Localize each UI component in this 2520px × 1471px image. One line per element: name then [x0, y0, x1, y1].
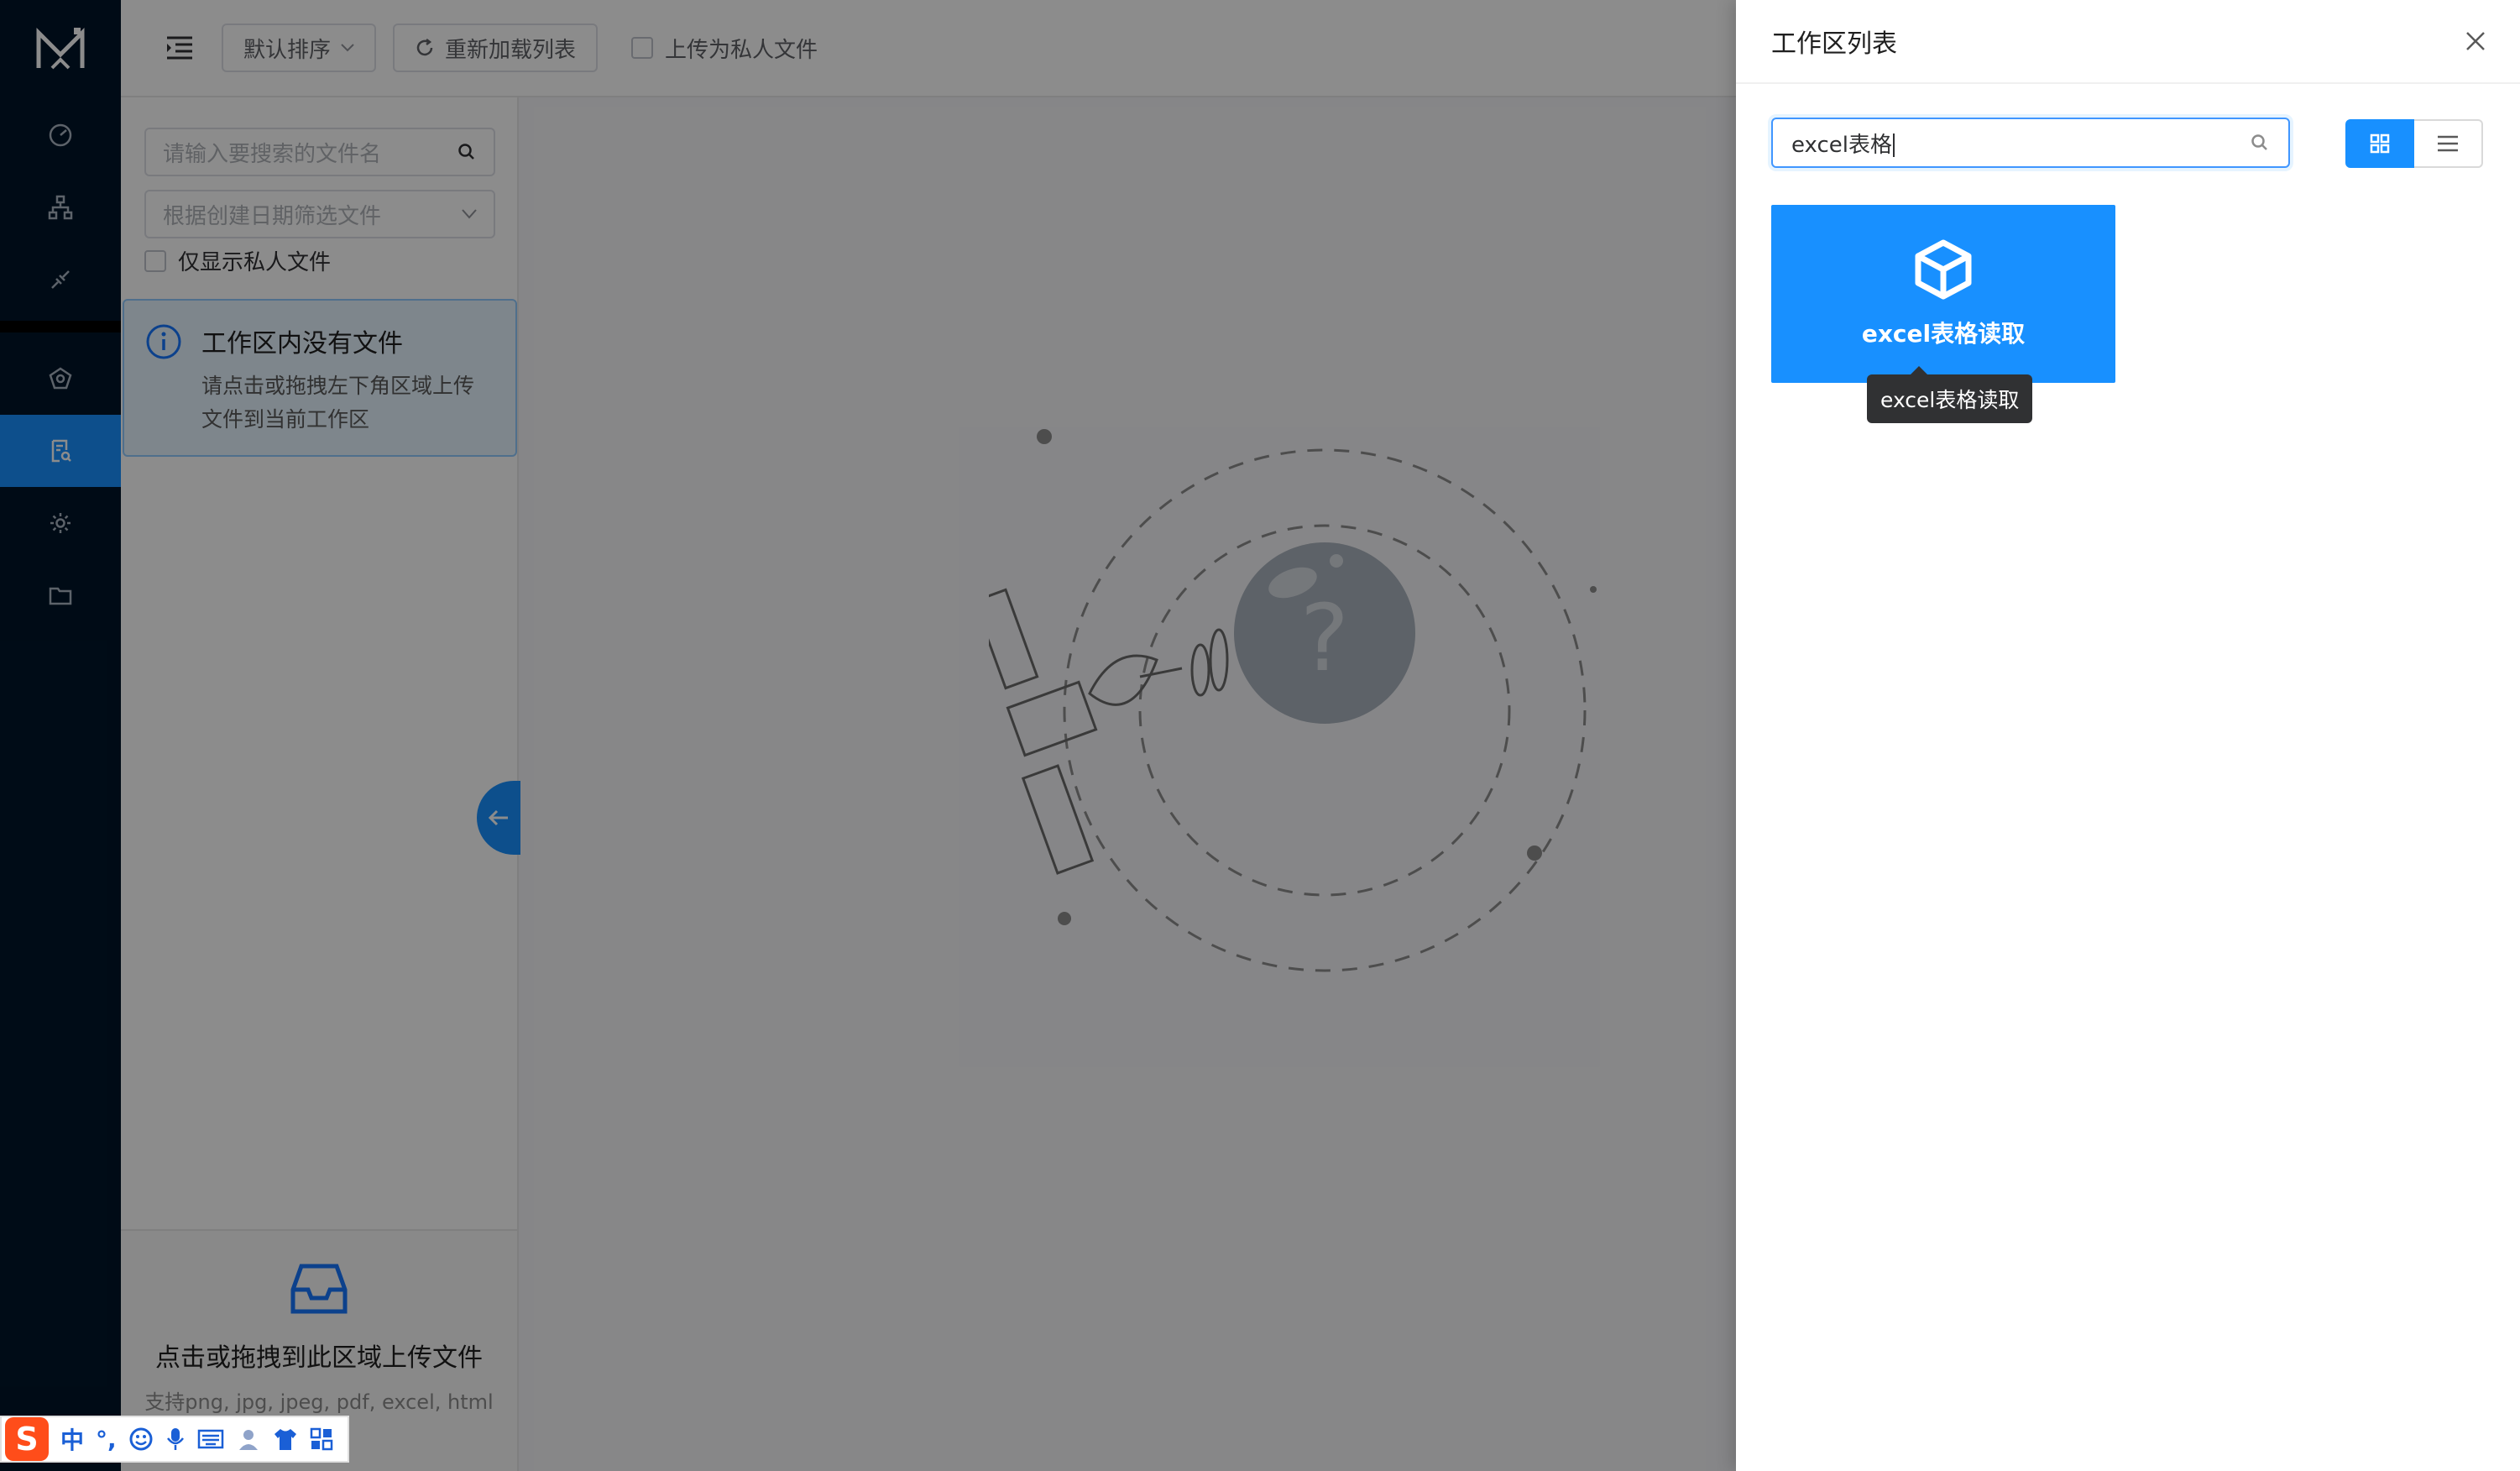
search-value-text: excel表格: [1791, 132, 1892, 158]
workspace-card[interactable]: excel表格读取: [1771, 205, 2115, 383]
grid-view-button[interactable]: [2345, 119, 2414, 168]
search-icon[interactable]: [2250, 133, 2270, 153]
drawer-title: 工作区列表: [1771, 29, 1897, 59]
ime-logo[interactable]: S: [5, 1417, 49, 1461]
skin-shirt-icon[interactable]: [273, 1427, 298, 1452]
workspace-search-value: excel表格: [1791, 128, 1895, 159]
emoji-icon[interactable]: [128, 1427, 154, 1452]
ime-mode[interactable]: 中: [60, 1422, 84, 1456]
assistant-icon[interactable]: [236, 1427, 261, 1452]
list-view-button[interactable]: [2414, 119, 2483, 168]
close-icon[interactable]: [2465, 30, 2486, 52]
grid-icon: [2370, 133, 2390, 154]
cube-icon: [1915, 239, 1972, 300]
workspace-list-drawer: 工作区列表 excel表格 excel表格读取 excel表格读取: [1736, 0, 2520, 1471]
keyboard-icon[interactable]: [197, 1429, 224, 1449]
text-caret: [1892, 133, 1895, 157]
view-mode-toggle: [2345, 119, 2483, 168]
workspace-card-tooltip: excel表格读取: [1867, 366, 2033, 423]
list-icon: [2438, 135, 2458, 152]
workspace-search-input[interactable]: excel表格: [1771, 118, 2290, 168]
toolbox-grid-icon[interactable]: [310, 1427, 333, 1451]
drawer-mask[interactable]: [0, 0, 1736, 1471]
drawer-header: 工作区列表: [1736, 0, 2520, 84]
microphone-icon[interactable]: [165, 1427, 186, 1452]
ime-toolbar: S 中 °,: [0, 1416, 349, 1463]
ime-punctuation[interactable]: °,: [96, 1426, 117, 1453]
workspace-card-label: excel表格读取: [1861, 320, 2026, 348]
